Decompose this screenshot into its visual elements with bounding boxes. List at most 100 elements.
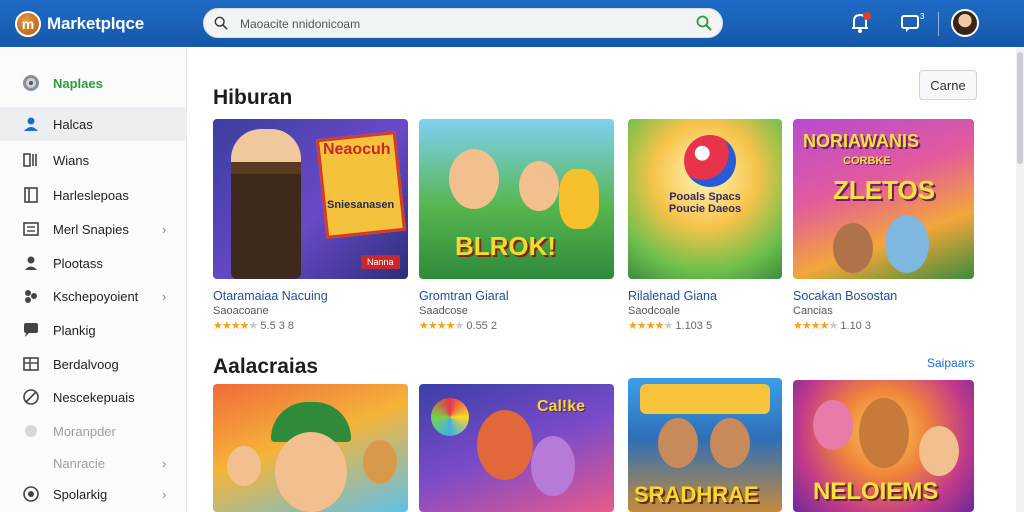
- sidebar: Naplaes Halcas Wians Harleslepoas Merl S…: [0, 47, 187, 512]
- sidebar-item-label: Nescekepuais: [53, 389, 135, 405]
- game-thumbnail[interactable]: Pooals Spacs Poucie Daeos: [628, 119, 782, 279]
- sidebar-item-nanracie[interactable]: Nanracie ›: [0, 446, 186, 480]
- sidebar-item-label: Harleslepoas: [53, 187, 129, 203]
- thumbnail-title: Poucie Daeos: [668, 203, 742, 215]
- thumbnail-subtitle: NORIAWANIS: [803, 131, 920, 151]
- game-card[interactable]: Pooals Spacs Poucie Daeos Rilalenad Gian…: [628, 119, 782, 332]
- sidebar-item-halcas[interactable]: Halcas: [0, 107, 186, 141]
- thumbnail-title: SRADHRAE: [634, 482, 759, 507]
- thumbnail-title: ZLETOS: [833, 175, 936, 205]
- sidebar-item-label: Berdalvoog: [53, 356, 119, 372]
- game-publisher: Cancias: [793, 305, 833, 317]
- chevron-right-icon: ›: [162, 288, 167, 304]
- thumbnail-subtitle: Pooals Spacs: [669, 191, 741, 203]
- game-thumbnail[interactable]: BLROK!: [419, 119, 614, 279]
- sidebar-item-merl-snapies[interactable]: Merl Snapies ›: [0, 212, 186, 246]
- character-figure: [477, 410, 533, 480]
- game-thumbnail[interactable]: Neaocuh Sniesanasen Nanna: [213, 119, 408, 279]
- badge-icon: [23, 486, 39, 502]
- star-rating-icon: ★★★★★: [213, 320, 258, 332]
- sidebar-item-naplaes[interactable]: Naplaes: [0, 66, 186, 100]
- game-card[interactable]: BLROK! Gromtran Giaral Saadcose ★★★★★ 0.…: [419, 119, 614, 332]
- sidebar-item-harleslepoas[interactable]: Harleslepoas: [0, 178, 186, 212]
- character-figure: [710, 418, 750, 468]
- banner-graphic: [640, 384, 770, 414]
- game-thumbnail[interactable]: [213, 384, 408, 512]
- app-logo[interactable]: m Marketplqce: [15, 11, 144, 37]
- character-figure: [275, 432, 347, 512]
- search-bar[interactable]: Maoacite nnidonicoam: [203, 8, 723, 38]
- scrollbar-thumb[interactable]: [1017, 52, 1023, 164]
- game-card[interactable]: [213, 384, 408, 512]
- sidebar-item-berdalvoog[interactable]: Berdalvoog: [0, 347, 186, 381]
- game-thumbnail[interactable]: Cal!ke: [419, 384, 614, 512]
- search-input[interactable]: Maoacite nnidonicoam: [240, 17, 360, 31]
- character-figure: [519, 161, 559, 211]
- sidebar-item-label: Naplaes: [53, 75, 103, 91]
- section-title-aalacraias: Aalacraias: [213, 355, 319, 378]
- character-figure: [363, 440, 397, 484]
- see-all-link[interactable]: Saipaars: [927, 356, 974, 370]
- game-card[interactable]: Neaocuh Sniesanasen Nanna Otaramaiaa Nac…: [213, 119, 408, 332]
- sidebar-item-plankig[interactable]: Plankig: [0, 313, 186, 347]
- top-bar: m Marketplqce Maoacite nnidonicoam 3: [0, 0, 1024, 47]
- game-card[interactable]: NORIAWANIS CORBKE ZLETOS Socakan Bososta…: [793, 119, 974, 332]
- character-figure: [227, 446, 261, 486]
- thumbnail-title: Neaocuh: [323, 141, 391, 158]
- sidebar-item-label: Kschepoyoient: [53, 288, 139, 304]
- sidebar-item-nescekepuais[interactable]: Nescekepuais: [0, 380, 186, 414]
- character-figure: [813, 400, 853, 450]
- chat-bubble-icon: [24, 323, 38, 337]
- game-publisher: Saadcose: [419, 305, 468, 317]
- star-rating-icon: ★★★★★: [419, 320, 464, 332]
- game-rating: ★★★★★ 5.5 3 8: [213, 320, 295, 332]
- sidebar-item-label: Plankig: [53, 322, 96, 338]
- game-card[interactable]: SRADHRAE: [628, 378, 782, 512]
- game-card[interactable]: NELOIEMS: [793, 380, 974, 512]
- puzzle-icon: [25, 290, 37, 303]
- chat-icon[interactable]: 3: [898, 10, 924, 36]
- game-title[interactable]: Gromtran Giaral: [419, 289, 614, 303]
- character-figure: [449, 149, 499, 209]
- character-figure: [559, 169, 599, 229]
- table-icon: [23, 357, 39, 371]
- logo-mark-icon: m: [15, 11, 41, 37]
- sidebar-item-kschepoyoient[interactable]: Kschepoyoient ›: [0, 279, 186, 313]
- section-action-button[interactable]: Carne: [919, 70, 977, 100]
- sidebar-item-label: Merl Snapies: [53, 221, 129, 237]
- star-rating-icon: ★★★★★: [793, 320, 838, 332]
- circle-icon: [25, 425, 37, 437]
- game-title[interactable]: Otaramaiaa Nacuing: [213, 289, 408, 303]
- notification-badge: [863, 12, 871, 20]
- game-thumbnail[interactable]: SRADHRAE: [628, 378, 782, 512]
- sidebar-item-label: Halcas: [53, 116, 93, 132]
- sidebar-item-label: Moranpder: [53, 423, 116, 439]
- search-icon: [214, 16, 228, 30]
- book-icon: [24, 187, 38, 203]
- game-publisher: Saodcoale: [628, 305, 680, 317]
- sidebar-item-label: Nanracie: [53, 455, 106, 471]
- game-title[interactable]: Socakan Bosostan: [793, 289, 974, 303]
- message-badge: 3: [920, 12, 924, 21]
- bell-icon[interactable]: [847, 10, 873, 36]
- game-title[interactable]: Rilalenad Giana: [628, 289, 782, 303]
- ball-graphic: [684, 135, 736, 187]
- sidebar-item-wians[interactable]: Wians: [0, 143, 186, 177]
- person-icon: [25, 256, 37, 270]
- game-rating: ★★★★★ 1.103 5: [628, 320, 713, 332]
- star-rating-icon: ★★★★★: [628, 320, 673, 332]
- sidebar-item-plootass[interactable]: Plootass: [0, 246, 186, 280]
- search-submit-icon[interactable]: [696, 15, 712, 31]
- game-thumbnail[interactable]: NELOIEMS: [793, 380, 974, 512]
- game-card[interactable]: Cal!ke: [419, 384, 614, 512]
- game-rating: ★★★★★ 0.55 2: [419, 320, 497, 332]
- thumbnail-title: NELOIEMS: [813, 478, 939, 505]
- list-icon: [23, 222, 39, 236]
- sidebar-item-moranpder[interactable]: Moranpder: [0, 414, 186, 448]
- sidebar-item-spolarkig[interactable]: Spolarkig ›: [0, 477, 186, 511]
- user-icon: [24, 117, 38, 131]
- sidebar-item-label: Wians: [53, 152, 90, 168]
- game-rating: ★★★★★ 1.10 3: [793, 320, 871, 332]
- game-thumbnail[interactable]: NORIAWANIS CORBKE ZLETOS: [793, 119, 974, 279]
- avatar[interactable]: [951, 9, 979, 37]
